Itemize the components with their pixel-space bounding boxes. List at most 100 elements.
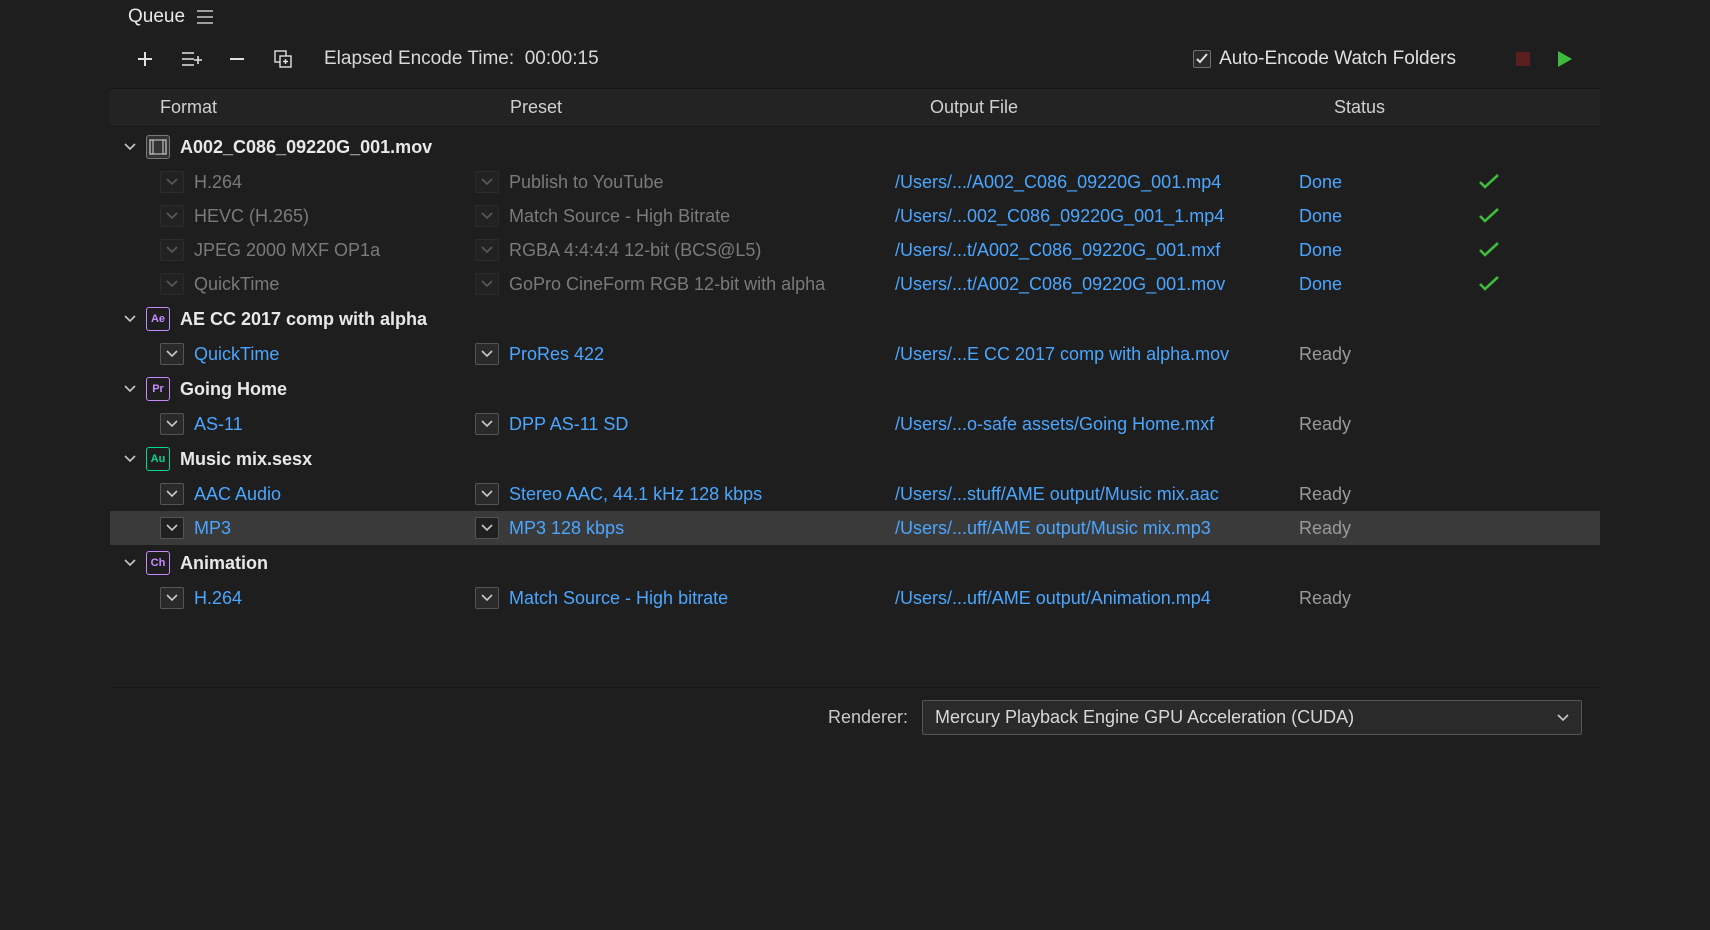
output-file-link[interactable]: /Users/...uff/AME output/Music mix.mp3: [895, 518, 1299, 539]
output-row[interactable]: H.264 Match Source - High bitrate /Users…: [110, 581, 1600, 615]
output-file-link[interactable]: /Users/...t/A002_C086_09220G_001.mxf: [895, 240, 1299, 261]
chevron-down-icon: [1557, 714, 1569, 722]
format-dropdown[interactable]: [160, 413, 184, 435]
output-file-link[interactable]: /Users/.../A002_C086_09220G_001.mp4: [895, 172, 1299, 193]
output-row[interactable]: QuickTime GoPro CineForm RGB 12-bit with…: [110, 267, 1600, 301]
format-dropdown[interactable]: [160, 587, 184, 609]
status-value: Ready: [1299, 518, 1469, 539]
elapsed-label: Elapsed Encode Time: 00:00:15: [324, 48, 599, 70]
done-checkmark-icon: [1469, 276, 1509, 292]
add-output-button[interactable]: [176, 44, 206, 74]
renderer-label: Renderer:: [828, 707, 908, 728]
panel-header: Queue: [110, 0, 1600, 32]
output-file-link[interactable]: /Users/...stuff/AME output/Music mix.aac: [895, 484, 1299, 505]
queue-group[interactable]: A002_C086_09220G_001.mov: [110, 129, 1600, 165]
preset-value: RGBA 4:4:4:4 12-bit (BCS@L5): [509, 240, 761, 261]
format-dropdown: [160, 171, 184, 193]
output-row[interactable]: QuickTime ProRes 422 /Users/...E CC 2017…: [110, 337, 1600, 371]
done-checkmark-icon: [1469, 242, 1509, 258]
preset-dropdown[interactable]: [475, 413, 499, 435]
preset-value: Match Source - High Bitrate: [509, 206, 730, 227]
output-file-link[interactable]: /Users/...uff/AME output/Animation.mp4: [895, 588, 1299, 609]
app-icon-pr: Pr: [146, 377, 170, 401]
output-row[interactable]: AS-11 DPP AS-11 SD /Users/...o-safe asse…: [110, 407, 1600, 441]
tab-queue[interactable]: Queue: [128, 6, 185, 28]
format-dropdown[interactable]: [160, 483, 184, 505]
col-header-output[interactable]: Output File: [930, 97, 1334, 118]
renderer-value: Mercury Playback Engine GPU Acceleration…: [935, 707, 1354, 728]
format-value: JPEG 2000 MXF OP1a: [194, 240, 380, 261]
format-value: MP3: [194, 518, 231, 539]
queue-panel: Queue Elapsed Encode Time: 00:00:15 Auto…: [110, 0, 1600, 749]
format-value: QuickTime: [194, 274, 279, 295]
col-header-status[interactable]: Status: [1334, 97, 1534, 118]
renderer-dropdown[interactable]: Mercury Playback Engine GPU Acceleration…: [922, 700, 1582, 735]
format-dropdown[interactable]: [160, 517, 184, 539]
app-icon-au: Au: [146, 447, 170, 471]
remove-button[interactable]: [222, 44, 252, 74]
output-row[interactable]: AAC Audio Stereo AAC, 44.1 kHz 128 kbps …: [110, 477, 1600, 511]
duplicate-button[interactable]: [268, 44, 298, 74]
preset-value: Match Source - High bitrate: [509, 588, 728, 609]
preset-dropdown[interactable]: [475, 517, 499, 539]
preset-value: Publish to YouTube: [509, 172, 663, 193]
format-value: H.264: [194, 172, 242, 193]
preset-dropdown: [475, 273, 499, 295]
output-file-link[interactable]: /Users/...o-safe assets/Going Home.mxf: [895, 414, 1299, 435]
status-value: Ready: [1299, 588, 1469, 609]
collapse-caret-icon[interactable]: [120, 315, 140, 323]
col-header-format[interactable]: Format: [160, 97, 510, 118]
app-icon-ae: Ae: [146, 307, 170, 331]
output-row[interactable]: H.264 Publish to YouTube /Users/.../A002…: [110, 165, 1600, 199]
preset-value: MP3 128 kbps: [509, 518, 624, 539]
queue-group[interactable]: Ae AE CC 2017 comp with alpha: [110, 301, 1600, 337]
stop-queue-button[interactable]: [1508, 44, 1538, 74]
group-title: Animation: [180, 553, 268, 574]
preset-dropdown: [475, 239, 499, 261]
toolbar: Elapsed Encode Time: 00:00:15 Auto-Encod…: [110, 32, 1600, 88]
status-value: Ready: [1299, 344, 1469, 365]
format-value: H.264: [194, 588, 242, 609]
output-file-link[interactable]: /Users/...002_C086_09220G_001_1.mp4: [895, 206, 1299, 227]
auto-encode-checkbox[interactable]: Auto-Encode Watch Folders: [1193, 48, 1456, 70]
preset-dropdown[interactable]: [475, 343, 499, 365]
col-header-preset[interactable]: Preset: [510, 97, 930, 118]
output-file-link[interactable]: /Users/...t/A002_C086_09220G_001.mov: [895, 274, 1299, 295]
format-dropdown[interactable]: [160, 343, 184, 365]
collapse-caret-icon[interactable]: [120, 455, 140, 463]
output-row[interactable]: JPEG 2000 MXF OP1a RGBA 4:4:4:4 12-bit (…: [110, 233, 1600, 267]
format-value: AAC Audio: [194, 484, 281, 505]
format-dropdown: [160, 239, 184, 261]
checkbox-icon: [1193, 50, 1211, 68]
add-source-button[interactable]: [130, 44, 160, 74]
group-title: AE CC 2017 comp with alpha: [180, 309, 427, 330]
queue-group[interactable]: Ch Animation: [110, 545, 1600, 581]
output-row[interactable]: MP3 MP3 128 kbps /Users/...uff/AME outpu…: [110, 511, 1600, 545]
done-checkmark-icon: [1469, 174, 1509, 190]
output-row[interactable]: HEVC (H.265) Match Source - High Bitrate…: [110, 199, 1600, 233]
queue-group[interactable]: Pr Going Home: [110, 371, 1600, 407]
start-queue-button[interactable]: [1550, 44, 1580, 74]
preset-value: ProRes 422: [509, 344, 604, 365]
collapse-caret-icon[interactable]: [120, 559, 140, 567]
format-dropdown: [160, 273, 184, 295]
preset-value: GoPro CineForm RGB 12-bit with alpha: [509, 274, 825, 295]
preset-dropdown[interactable]: [475, 483, 499, 505]
group-title: Music mix.sesx: [180, 449, 312, 470]
done-checkmark-icon: [1469, 208, 1509, 224]
format-dropdown: [160, 205, 184, 227]
collapse-caret-icon[interactable]: [120, 385, 140, 393]
status-value: Done: [1299, 172, 1469, 193]
preset-dropdown: [475, 171, 499, 193]
preset-dropdown[interactable]: [475, 587, 499, 609]
preset-value: DPP AS-11 SD: [509, 414, 628, 435]
format-value: QuickTime: [194, 344, 279, 365]
hamburger-icon[interactable]: [197, 10, 213, 24]
collapse-caret-icon[interactable]: [120, 143, 140, 151]
preset-value: Stereo AAC, 44.1 kHz 128 kbps: [509, 484, 762, 505]
queue-group[interactable]: Au Music mix.sesx: [110, 441, 1600, 477]
status-value: Done: [1299, 274, 1469, 295]
output-file-link[interactable]: /Users/...E CC 2017 comp with alpha.mov: [895, 344, 1299, 365]
group-title: Going Home: [180, 379, 287, 400]
format-value: AS-11: [194, 414, 243, 435]
